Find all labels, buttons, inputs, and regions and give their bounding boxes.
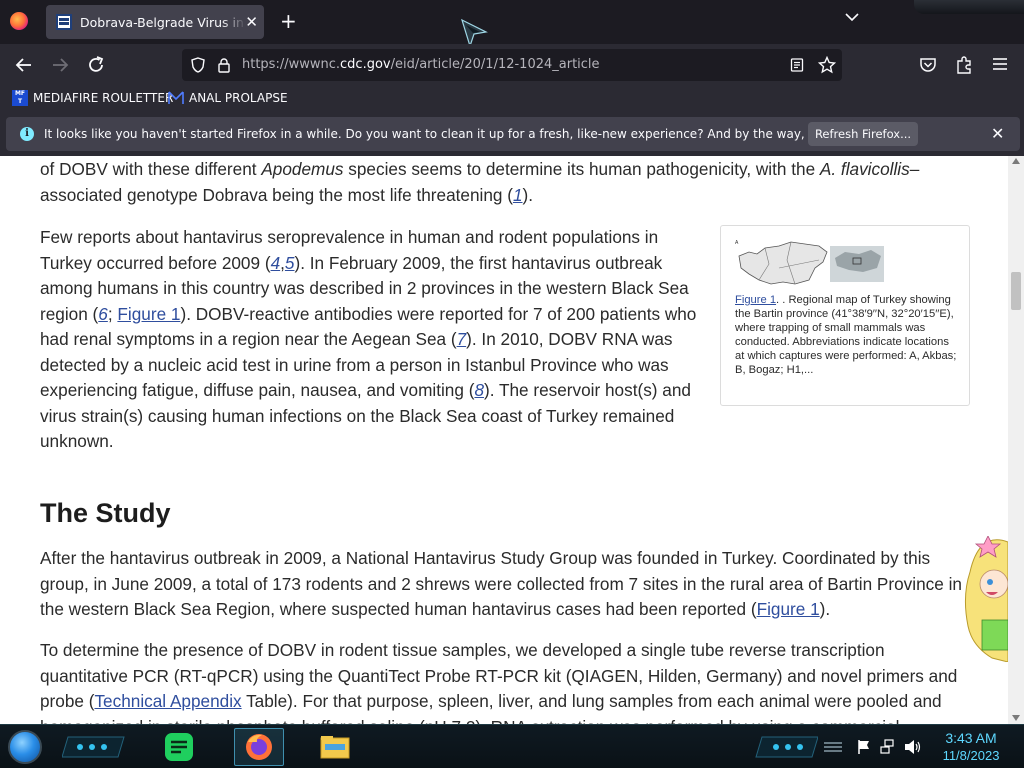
tracking-protection-shield-icon[interactable] [190,57,206,73]
refresh-firefox-button[interactable]: Refresh Firefox... [808,122,918,146]
list-all-tabs-icon[interactable] [845,12,859,22]
system-clock[interactable]: 3:43 AM 11/8/2023 [934,729,1008,765]
paragraph-study-1: After the hantavirus outbreak in 2009, a… [40,548,962,619]
bookmark-mediafire[interactable]: MF T MEDIAFIRE ROULETTER [12,90,173,106]
bookmark-favicon-icon [168,91,184,104]
tab-bar: Dobrava-Belgrade Virus in Apodemus ✕ + [0,0,1024,48]
bookmark-label: MEDIAFIRE ROULETTER [33,91,174,105]
notification-box: i It looks like you haven't started Fire… [6,117,1020,151]
figure-1-thumbnail[interactable]: A [735,238,887,288]
url-bar[interactable]: https://wwwnc.cdc.gov/eid/article/20/1/1… [182,49,842,81]
scroll-up-arrow-icon[interactable] [1012,158,1020,164]
network-icon[interactable] [880,739,896,755]
tab-title: Dobrava-Belgrade Virus in Apodemus [80,14,246,30]
cdc-favicon-icon [56,14,72,30]
section-heading-the-study: The Study [40,498,171,528]
taskbar: 3:43 AM 11/8/2023 [0,724,1024,768]
clock-date: 11/8/2023 [942,748,1000,763]
reload-icon[interactable] [85,54,107,76]
reference-link-8[interactable]: 8 [474,380,484,400]
start-orb-icon[interactable] [8,730,42,764]
technical-appendix-link[interactable]: Technical Appendix [94,691,241,711]
volume-icon[interactable] [904,739,922,755]
info-icon: i [20,127,34,141]
bookmarks-toolbar: MF T MEDIAFIRE ROULETTER ANAL PROLAPSE [0,86,1024,112]
cartoon-character-sticker [964,536,1008,662]
lock-icon[interactable] [217,57,231,73]
back-arrow-icon[interactable] [13,54,35,76]
figure-1-link[interactable]: Figure 1 [757,599,820,619]
notes-app-icon[interactable] [162,730,196,764]
theme-decoration-left [62,736,125,758]
figure-1-link[interactable]: Figure 1 [117,304,180,324]
figure-1-caption: Figure 1. . Regional map of Turkey showi… [735,294,957,376]
bookmark-star-icon[interactable] [818,56,836,74]
figure-1-box: A Figure 1. . Regional map of Turkey sho… [720,225,970,406]
notification-bar: i It looks like you haven't started Fire… [0,112,1024,156]
notification-message: It looks like you haven't started Firefo… [44,127,900,141]
theme-decoration [914,0,1024,14]
tab-close-icon[interactable]: ✕ [245,13,258,31]
bookmark-label: ANAL PROLAPSE [189,91,288,105]
new-tab-icon[interactable]: + [280,10,297,32]
paragraph-background: Few reports about hantavirus seroprevale… [40,227,697,451]
vertical-scrollbar[interactable] [1008,156,1024,724]
theme-decoration-right [755,736,818,758]
mediafire-icon: MF T [12,90,28,106]
extensions-puzzle-icon[interactable] [955,55,973,75]
paragraph-intro-tail: of DOBV with these different Apodemus sp… [40,159,920,205]
navigation-toolbar: https://wwwnc.cdc.gov/eid/article/20/1/1… [0,44,1024,86]
show-hidden-icons-icon[interactable] [822,739,844,755]
action-center-flag-icon[interactable] [857,739,871,755]
pocket-icon[interactable] [919,56,937,74]
scrollbar-thumb[interactable] [1011,272,1021,310]
paragraph-study-2: To determine the presence of DOBV in rod… [40,640,958,724]
clock-time: 3:43 AM [945,730,997,746]
firefox-icon[interactable] [242,730,276,764]
firefox-view-icon[interactable] [10,12,28,30]
tab-active[interactable]: Dobrava-Belgrade Virus in Apodemus ✕ [46,5,264,39]
reference-link-1[interactable]: 1 [513,185,523,205]
forward-arrow-icon[interactable] [49,54,71,76]
file-explorer-icon[interactable] [318,730,352,764]
url-text[interactable]: https://wwwnc.cdc.gov/eid/article/20/1/1… [242,57,600,72]
reference-link-7[interactable]: 7 [457,329,467,349]
reference-link-4[interactable]: 4 [271,253,281,273]
reader-view-icon[interactable] [790,58,804,72]
hamburger-menu-icon[interactable] [992,57,1008,71]
page-content: of DOBV with these different Apodemus sp… [0,156,1008,724]
reference-link-6[interactable]: 6 [98,304,108,324]
close-icon[interactable]: ✕ [991,124,1004,143]
bookmark-second[interactable]: ANAL PROLAPSE [168,90,288,106]
figure-1-caption-link[interactable]: Figure 1 [735,294,776,306]
scroll-down-arrow-icon[interactable] [1012,715,1020,721]
